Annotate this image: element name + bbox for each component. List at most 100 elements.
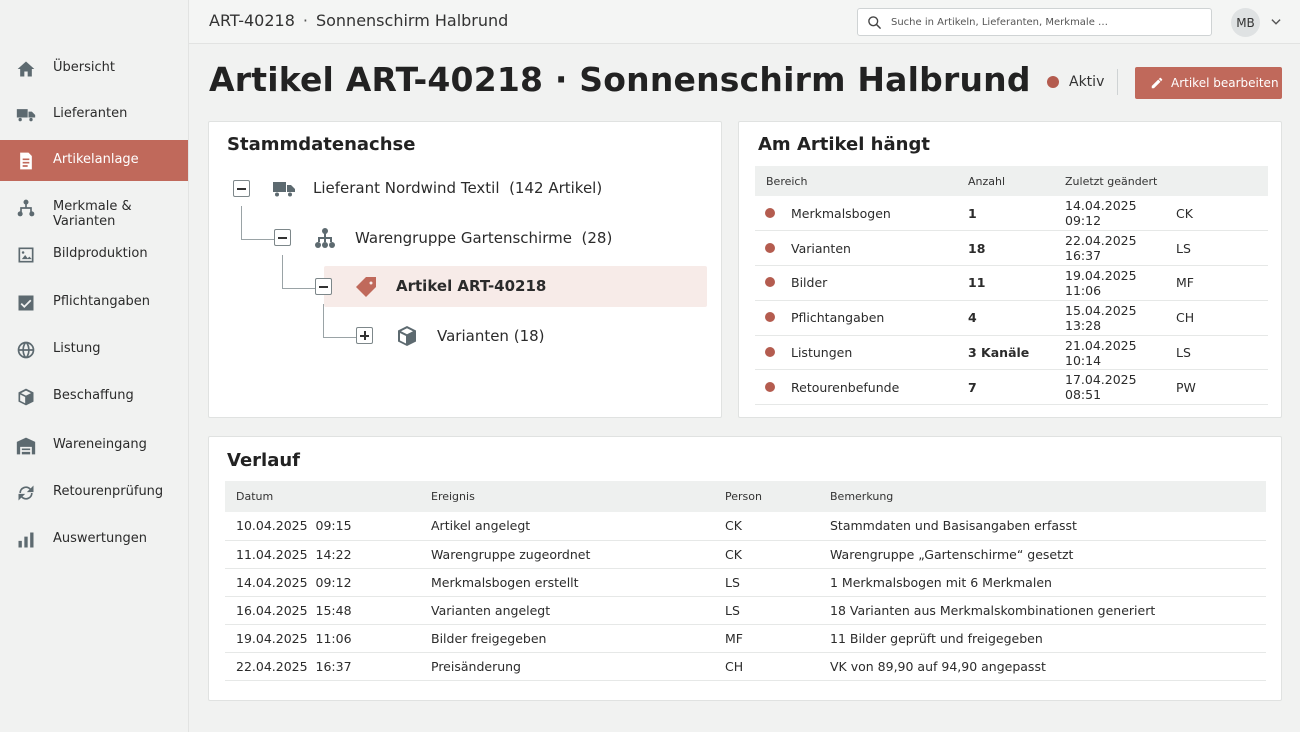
edit-article-button[interactable]: Artikel bearbeiten bbox=[1135, 67, 1282, 99]
sidebar-item-pflichtangaben[interactable]: Pflichtangaben bbox=[0, 282, 188, 323]
search-icon bbox=[868, 16, 881, 29]
stammdaten-card: Stammdatenachse Lieferant Nordwind Texti… bbox=[208, 121, 722, 418]
cell-person: CK bbox=[714, 512, 819, 541]
cell-time: 08:51 bbox=[1065, 387, 1102, 403]
column-header-anzahl: Anzahl bbox=[968, 166, 1065, 196]
table-row[interactable]: Varianten 18 22.04.2025 16:37 LS bbox=[755, 230, 1268, 267]
chevron-down-icon[interactable] bbox=[1269, 15, 1283, 29]
cell-bereich: Varianten bbox=[779, 230, 968, 267]
cell-time: 13:28 bbox=[1065, 317, 1102, 333]
table-row[interactable]: 14.04.2025 09:12 Merkmalsbogen erstellt … bbox=[225, 568, 1266, 597]
sidebar-item-label: Retourenprüfung bbox=[53, 484, 164, 499]
cell-bemerkung: VK von 89,90 auf 94,90 angepasst bbox=[819, 652, 1266, 681]
table-row[interactable]: Retourenbefunde 7 17.04.2025 08:51 PW bbox=[755, 369, 1268, 406]
bar-chart-icon bbox=[15, 529, 37, 551]
cell-ereignis: Merkmalsbogen erstellt bbox=[420, 568, 714, 597]
sidebar-item-label: Listung bbox=[53, 341, 101, 356]
status-badge: Aktiv bbox=[1047, 74, 1104, 90]
divider bbox=[1117, 69, 1118, 95]
truck-icon bbox=[272, 177, 296, 201]
cell-date: 21.04.2025 bbox=[1065, 337, 1137, 353]
home-icon bbox=[15, 58, 37, 80]
cell-datum: 22.04.2025 16:37 bbox=[225, 652, 420, 681]
cell-bereich: Bilder bbox=[779, 265, 968, 301]
table-row[interactable]: Pflichtangaben 4 15.04.2025 13:28 CH bbox=[755, 300, 1268, 336]
cell-person: CK bbox=[1176, 196, 1268, 232]
cell-bereich: Retourenbefunde bbox=[779, 369, 968, 406]
cell-person: CH bbox=[1176, 300, 1268, 336]
table-row[interactable]: 10.04.2025 09:15 Artikel angelegt CK Sta… bbox=[225, 512, 1266, 541]
breadcrumb-name: Sonnenschirm Halbrund bbox=[315, 11, 509, 30]
table-row[interactable]: Bilder 11 19.04.2025 11:06 MF bbox=[755, 265, 1268, 301]
cell-anzahl: 4 bbox=[968, 300, 1065, 336]
cell-bemerkung: Warengruppe „Gartenschirme“ gesetzt bbox=[819, 540, 1266, 569]
table-row[interactable]: 19.04.2025 11:06 Bilder freigegeben MF 1… bbox=[225, 624, 1266, 653]
cell-datum: 16.04.2025 15:48 bbox=[225, 596, 420, 625]
cell-date: 17.04.2025 bbox=[1065, 372, 1137, 388]
column-header-bemerkung: Bemerkung bbox=[819, 481, 1266, 512]
page-title: Artikel ART-40218 · Sonnenschirm Halbrun… bbox=[209, 60, 1031, 99]
document-icon bbox=[15, 150, 37, 172]
table-row[interactable]: Listungen 3 Kanäle 21.04.2025 10:14 LS bbox=[755, 335, 1268, 371]
cell-date: 19.04.2025 bbox=[1065, 267, 1137, 283]
sidebar-item-artikelanlage[interactable]: Artikelanlage bbox=[0, 140, 188, 181]
hierarchy-icon bbox=[313, 226, 337, 250]
cell-datum: 19.04.2025 11:06 bbox=[225, 624, 420, 653]
table-row[interactable]: 22.04.2025 16:37 Preisänderung CH VK von… bbox=[225, 652, 1266, 681]
cell-datum: 17.04.2025 08:51 bbox=[1065, 369, 1176, 406]
sidebar-item-label: Bildproduktion bbox=[53, 246, 148, 261]
cell-date: 15.04.2025 bbox=[1065, 302, 1137, 318]
box-icon bbox=[15, 386, 37, 408]
status-dot bbox=[765, 312, 775, 323]
sidebar-item-beschaffung[interactable]: Beschaffung bbox=[0, 376, 188, 417]
tree-expand-toggle[interactable] bbox=[356, 327, 373, 344]
cell-anzahl: 7 bbox=[968, 369, 1065, 406]
cell-ereignis: Artikel angelegt bbox=[420, 512, 714, 541]
sidebar-item-uebersicht[interactable]: Übersicht bbox=[0, 48, 188, 89]
table-row[interactable]: Merkmalsbogen 1 14.04.2025 09:12 CK bbox=[755, 196, 1268, 232]
sidebar-item-listung[interactable]: Listung bbox=[0, 329, 188, 370]
table-header-row: Bereich Anzahl Zuletzt geändert bbox=[755, 166, 1268, 196]
cell-person: LS bbox=[1176, 335, 1268, 371]
breadcrumb: ART-40218 · Sonnenschirm Halbrund bbox=[209, 11, 508, 30]
breadcrumb-id[interactable]: ART-40218 bbox=[209, 11, 295, 30]
table-row[interactable]: 11.04.2025 14:22 Warengruppe zugeordnet … bbox=[225, 540, 1266, 569]
cell-ereignis: Preisänderung bbox=[420, 652, 714, 681]
column-header-zuletzt: Zuletzt geändert bbox=[1065, 166, 1268, 196]
cell-person: MF bbox=[714, 624, 819, 653]
sidebar-item-label: Merkmale & Varianten bbox=[53, 199, 132, 229]
cell-time: 16:37 bbox=[1065, 248, 1102, 264]
cell-bereich: Listungen bbox=[779, 335, 968, 371]
search-input[interactable] bbox=[891, 13, 1201, 31]
search-box[interactable] bbox=[857, 8, 1212, 36]
tree-collapse-toggle[interactable] bbox=[274, 229, 291, 246]
tree-collapse-toggle[interactable] bbox=[315, 278, 332, 295]
status-dot bbox=[765, 242, 775, 253]
cell-person: PW bbox=[1176, 369, 1268, 406]
avatar[interactable]: MB bbox=[1231, 8, 1260, 37]
table-header-row: Datum Ereignis Person Bemerkung bbox=[225, 481, 1266, 512]
cell-anzahl: 1 bbox=[968, 196, 1065, 232]
sidebar-item-auswertungen[interactable]: Auswertungen bbox=[0, 519, 188, 560]
tree-node-varianten[interactable]: Varianten (18) bbox=[437, 327, 545, 345]
cell-ereignis: Bilder freigegeben bbox=[420, 624, 714, 653]
tree-node-artikel[interactable]: Artikel ART-40218 bbox=[396, 277, 546, 295]
tree-node-count: (18) bbox=[513, 327, 545, 345]
sidebar-item-wareneingang[interactable]: Wareneingang bbox=[0, 425, 188, 466]
tree-node-label: Varianten bbox=[437, 327, 509, 345]
sidebar-item-merkmale-varianten[interactable]: Merkmale & Varianten bbox=[0, 187, 188, 229]
tree-node-lieferant[interactable]: Lieferant Nordwind Textil (142 Artikel) bbox=[313, 179, 602, 197]
hierarchy-icon bbox=[15, 197, 37, 219]
tree-collapse-toggle[interactable] bbox=[233, 180, 250, 197]
cell-ereignis: Warengruppe zugeordnet bbox=[420, 540, 714, 569]
cell-bereich: Pflichtangaben bbox=[779, 300, 968, 336]
sidebar-item-retourenpruefung[interactable]: Retourenprüfung bbox=[0, 472, 188, 513]
tree-node-count: (142 Artikel) bbox=[509, 179, 603, 197]
cell-datum: 11.04.2025 14:22 bbox=[225, 540, 420, 569]
sidebar-item-bildproduktion[interactable]: Bildproduktion bbox=[0, 234, 188, 275]
table-row[interactable]: 16.04.2025 15:48 Varianten angelegt LS 1… bbox=[225, 596, 1266, 625]
sidebar-item-lieferanten[interactable]: Lieferanten bbox=[0, 94, 188, 135]
cell-person: MF bbox=[1176, 265, 1268, 301]
tree-node-warengruppe[interactable]: Warengruppe Gartenschirme (28) bbox=[355, 229, 612, 247]
warehouse-icon bbox=[15, 435, 37, 457]
